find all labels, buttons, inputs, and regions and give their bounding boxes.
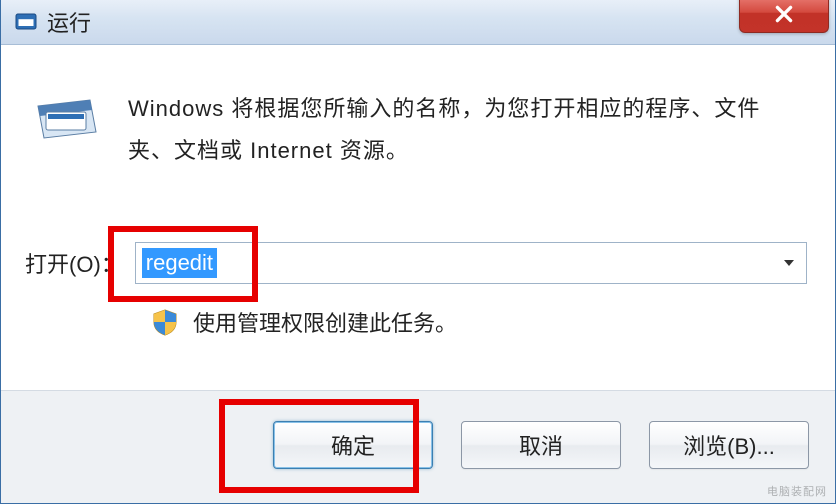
open-value: regedit [142,248,217,278]
ok-button[interactable]: 确定 [273,421,433,469]
titlebar[interactable]: 运行 [1,0,835,45]
description-text: Windows 将根据您所输入的名称，为您打开相应的程序、文件夹、文档或 Int… [128,88,805,172]
uac-shield-icon [151,308,179,336]
admin-note: 使用管理权限创建此任务。 [193,306,457,338]
watermark: 电脑装配网 [767,483,827,499]
button-bar: 确定 取消 浏览(B)... 电脑装配网 [1,390,835,503]
chevron-down-icon[interactable] [782,250,796,276]
run-icon [36,94,104,144]
close-button[interactable] [739,0,829,33]
run-title-icon [15,11,37,33]
cancel-button[interactable]: 取消 [461,421,621,469]
window-title: 运行 [47,6,91,38]
open-combobox[interactable]: regedit [135,242,807,284]
run-dialog-window: 运行 Windows 将根据您所输入的名称，为您打开相应的程序、文件夹、文档或 … [0,0,836,504]
browse-button[interactable]: 浏览(B)... [649,421,809,469]
open-label: 打开(O)： [25,247,123,279]
dialog-body: Windows 将根据您所输入的名称，为您打开相应的程序、文件夹、文档或 Int… [1,44,835,503]
